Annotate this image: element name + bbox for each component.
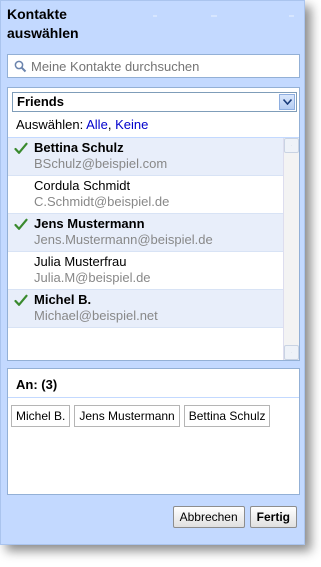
select-prefix-label: Auswählen:	[16, 117, 84, 132]
contact-email: Michael@beispiel.net	[34, 308, 158, 323]
recipient-chips: Michel B. Jens Mustermann Bettina Schulz	[11, 405, 271, 427]
contact-email: Jens.Mustermann@beispiel.de	[34, 232, 213, 247]
recipient-chip[interactable]: Jens Mustermann	[74, 405, 180, 427]
contact-row[interactable]: Michel B. Michael@beispiel.net	[8, 290, 283, 328]
select-all-link[interactable]: Alle	[86, 117, 108, 132]
select-none-link[interactable]: Keine	[115, 117, 148, 132]
dialog-buttons: Abbrechen Fertig	[172, 506, 297, 528]
checkmark-icon	[14, 294, 28, 310]
select-separator: ,	[107, 117, 112, 132]
scroll-down-icon[interactable]	[284, 345, 299, 360]
dialog-title-line1: Kontakte	[7, 6, 67, 22]
recipients-panel: An: (3) Michel B. Jens Mustermann Bettina …	[7, 368, 300, 495]
dialog-title-line2: auswählen	[7, 25, 79, 41]
contact-list: Bettina Schulz BSchulz@beispiel.com Cordul…	[8, 137, 299, 360]
title-bar-decoration	[153, 15, 157, 17]
contact-name: Jens Mustermann	[34, 216, 145, 231]
contact-email: BSchulz@beispiel.com	[34, 156, 168, 171]
group-select-value: Friends	[17, 94, 64, 109]
contact-name: Julia Musterfrau	[34, 254, 127, 269]
dialog-title: Kontakte auswählen	[7, 5, 79, 43]
contact-name: Michel B.	[34, 292, 92, 307]
contact-name: Cordula Schmidt	[34, 178, 131, 193]
done-button[interactable]: Fertig	[249, 506, 297, 528]
contact-name: Bettina Schulz	[34, 140, 124, 155]
contact-row[interactable]: Julia Musterfrau Julia.M@beispiel.de	[8, 252, 283, 290]
checkmark-icon	[14, 142, 28, 158]
chevron-down-icon[interactable]	[279, 94, 295, 110]
contact-rows: Bettina Schulz BSchulz@beispiel.com Cordul…	[8, 138, 283, 328]
contact-row[interactable]: Bettina Schulz BSchulz@beispiel.com	[8, 138, 283, 176]
checkmark-icon	[14, 218, 28, 234]
recipients-label: An: (3)	[16, 377, 58, 392]
contacts-panel: Friends Auswählen: Alle, Keine Bettina S…	[7, 87, 300, 361]
title-bar-decoration	[211, 15, 217, 17]
group-select[interactable]: Friends	[12, 92, 297, 112]
cancel-button[interactable]: Abbrechen	[172, 506, 245, 528]
contact-row[interactable]: Jens Mustermann Jens.Mustermann@beispiel.…	[8, 214, 283, 252]
magnifier-icon	[14, 60, 27, 73]
contact-picker-dialog: Kontakte auswählen Friends Auswählen: Al…	[0, 0, 305, 545]
title-bar-decoration	[289, 15, 294, 17]
search-box[interactable]	[7, 54, 300, 78]
contact-row[interactable]: Cordula Schmidt C.Schmidt@beispiel.de	[8, 176, 283, 214]
contact-email: Julia.M@beispiel.de	[34, 270, 151, 285]
recipient-chip[interactable]: Michel B.	[11, 405, 71, 427]
contact-email: C.Schmidt@beispiel.de	[34, 194, 170, 209]
select-all-none-row: Auswählen: Alle, Keine	[16, 117, 148, 132]
scrollbar[interactable]	[283, 138, 299, 360]
recipient-chip[interactable]: Bettina Schulz	[183, 405, 271, 427]
divider	[8, 397, 299, 398]
scroll-up-icon[interactable]	[284, 138, 299, 153]
search-input[interactable]	[31, 58, 281, 74]
